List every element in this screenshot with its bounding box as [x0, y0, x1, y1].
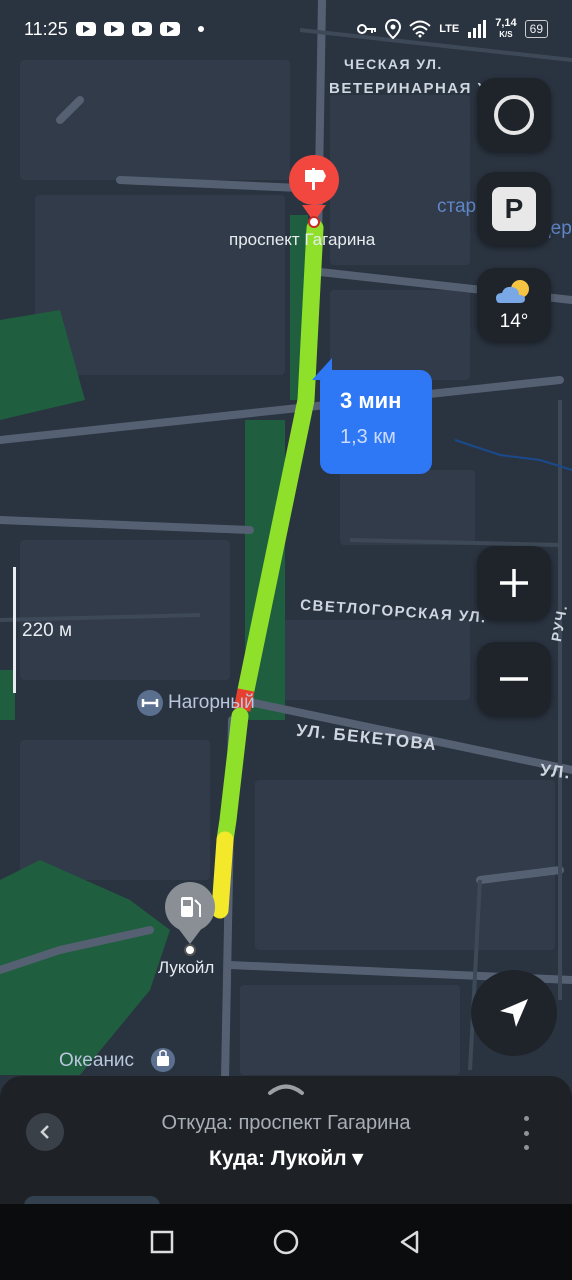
- location-icon: [385, 19, 402, 39]
- more-options-button[interactable]: [516, 1116, 536, 1150]
- youtube-notification-icon: [159, 22, 180, 36]
- assistant-ring-icon: [494, 95, 534, 135]
- route-distance: 1,3 км: [340, 426, 396, 448]
- zoom-out-button[interactable]: [477, 642, 551, 716]
- street-label-beketova-right: УЛ.: [539, 760, 572, 783]
- origin-label[interactable]: Лукойл: [158, 958, 214, 978]
- youtube-notification-icon: [131, 22, 152, 36]
- route-panel[interactable]: [0, 1076, 572, 1210]
- navigation-arrow-icon: [500, 999, 528, 1027]
- weather-button[interactable]: 14°: [477, 268, 551, 342]
- scale-bar: [13, 567, 16, 693]
- back-triangle-icon[interactable]: [397, 1229, 423, 1255]
- dot-icon: [523, 1145, 529, 1150]
- route-from[interactable]: Откуда: проспект Гагарина: [0, 1112, 572, 1135]
- signal-icon: [468, 20, 487, 38]
- plus-icon: [500, 569, 528, 597]
- transit-stop-icon: [137, 690, 163, 716]
- key-icon: [357, 24, 377, 34]
- scale-label: 220 м: [22, 620, 73, 641]
- place-label-okeanis[interactable]: Океанис: [59, 1050, 134, 1072]
- shopping-bag-icon: [151, 1048, 175, 1072]
- my-location-button[interactable]: [471, 970, 557, 1056]
- battery-indicator: 69: [524, 20, 548, 38]
- street-label-top-partial: ЧЕСКАЯ УЛ.: [344, 56, 443, 72]
- dot-icon: [523, 1116, 529, 1121]
- route-to-dropdown[interactable]: Куда: Лукойл ▾: [0, 1146, 572, 1171]
- partly-cloudy-icon: [496, 280, 529, 303]
- clock: 11:25: [24, 18, 68, 39]
- wifi-icon: [409, 20, 431, 38]
- temperature: 14°: [499, 311, 529, 332]
- more-notifications-icon: [197, 26, 204, 32]
- route-info-bubble[interactable]: 3 мин 1,3 км: [312, 358, 432, 474]
- minus-icon: [500, 677, 528, 681]
- recent-apps-icon[interactable]: [149, 1229, 175, 1255]
- status-bar: 11:25 LTE 7,14 K/S 69: [0, 0, 572, 58]
- drag-handle-icon[interactable]: [266, 1082, 306, 1096]
- dot-icon: [523, 1130, 529, 1136]
- parking-button[interactable]: P: [477, 172, 551, 246]
- network-type: LTE: [439, 23, 460, 35]
- route-time: 3 мин: [340, 388, 402, 413]
- data-speed: 7,14 K/S: [495, 17, 517, 40]
- parking-icon: P: [492, 187, 536, 231]
- system-navigation-bar: [0, 1204, 572, 1280]
- youtube-notification-icon: [75, 22, 96, 36]
- destination-label[interactable]: проспект Гагарина: [229, 230, 375, 250]
- youtube-notification-icon: [103, 22, 124, 36]
- zoom-in-button[interactable]: [477, 546, 551, 620]
- home-icon[interactable]: [272, 1228, 300, 1256]
- place-label-nagorny[interactable]: Нагорный: [168, 692, 255, 714]
- alice-assistant-button[interactable]: [477, 78, 551, 152]
